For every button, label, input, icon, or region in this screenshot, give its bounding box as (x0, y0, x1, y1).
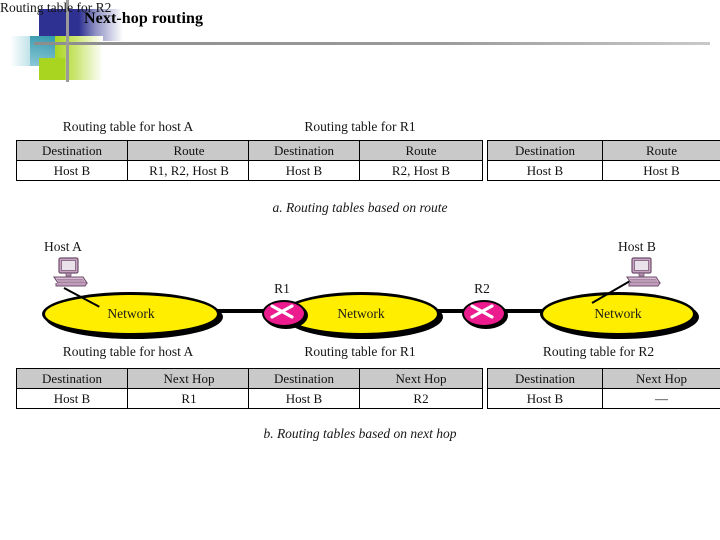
column-header-next-hop: Next Hop (359, 368, 483, 389)
decoration-green-square (39, 58, 65, 80)
cell-next-hop: R1 (127, 388, 251, 409)
route-table-title-r2: Routing table for R2 (0, 0, 112, 15)
cell-next-hop: — (602, 388, 720, 409)
cell-destination: Host B (487, 160, 603, 181)
column-header-destination: Destination (487, 368, 603, 389)
table-row: Host B R2, Host B (248, 160, 483, 181)
table-row: Host B R2 (248, 388, 483, 409)
column-header-destination: Destination (16, 140, 128, 161)
router-cross-icon (470, 304, 494, 319)
table-header-row: Destination Next Hop (487, 368, 720, 389)
route-table-title-host-a: Routing table for host A (62, 119, 194, 134)
nexthop-table-host-a: Destination Next Hop Host B R1 (16, 368, 251, 409)
column-header-destination: Destination (248, 368, 360, 389)
table-header-row: Destination Next Hop (248, 368, 483, 389)
table-header-row: Destination Route (487, 140, 720, 161)
host-b-label: Host B (618, 239, 656, 254)
host-a-computer-icon (47, 257, 91, 294)
column-header-destination: Destination (16, 368, 128, 389)
nexthop-table-title-host-a: Routing table for host A (62, 344, 194, 359)
router-r1-icon (262, 300, 306, 327)
figure-caption-b: b. Routing tables based on next hop (263, 426, 457, 441)
table-header-row: Destination Route (248, 140, 483, 161)
nexthop-table-title-r2: Routing table for R2 (542, 344, 655, 359)
cell-route: Host B (602, 160, 720, 181)
table-header-row: Destination Next Hop (16, 368, 251, 389)
cell-destination: Host B (248, 160, 360, 181)
route-table-r2: Destination Route Host B Host B (487, 140, 720, 181)
host-a-label: Host A (44, 239, 82, 254)
column-header-next-hop: Next Hop (602, 368, 720, 389)
table-header-row: Destination Route (16, 140, 251, 161)
table-row: Host B — (487, 388, 720, 409)
network-cloud-3: Network (540, 292, 696, 336)
column-header-next-hop: Next Hop (127, 368, 251, 389)
column-header-route: Route (127, 140, 251, 161)
network-cloud-1-label: Network (107, 306, 155, 321)
network-cloud-2-label: Network (337, 306, 385, 321)
route-table-host-a: Destination Route Host B R1, R2, Host B (16, 140, 251, 181)
column-header-destination: Destination (248, 140, 360, 161)
nexthop-table-r2: Destination Next Hop Host B — (487, 368, 720, 409)
cell-destination: Host B (248, 388, 360, 409)
cell-destination: Host B (487, 388, 603, 409)
figure-caption-a: a. Routing tables based on route (272, 200, 448, 215)
network-cloud-3-label: Network (594, 306, 642, 321)
route-table-title-r1: Routing table for R1 (304, 119, 416, 134)
link-r2-cloud3 (502, 309, 544, 313)
network-cloud-1: Network (42, 292, 220, 336)
router-r1-label: R1 (274, 281, 290, 296)
column-header-destination: Destination (487, 140, 603, 161)
nexthop-table-title-r1: Routing table for R1 (304, 344, 416, 359)
cell-destination: Host B (16, 160, 128, 181)
cell-route: R2, Host B (359, 160, 483, 181)
cell-destination: Host B (16, 388, 128, 409)
router-cross-icon (270, 304, 294, 319)
router-r2-icon (462, 300, 506, 327)
column-header-route: Route (359, 140, 483, 161)
cell-next-hop: R2 (359, 388, 483, 409)
router-r2-label: R2 (474, 281, 490, 296)
header-horizontal-rule (34, 42, 710, 45)
column-header-route: Route (602, 140, 720, 161)
host-b-computer-icon (620, 257, 664, 294)
route-table-r1: Destination Route Host B R2, Host B (248, 140, 483, 181)
table-row: Host B Host B (487, 160, 720, 181)
table-row: Host B R1, R2, Host B (16, 160, 251, 181)
table-row: Host B R1 (16, 388, 251, 409)
link-cloud1-r1 (216, 309, 266, 313)
cell-route: R1, R2, Host B (127, 160, 251, 181)
nexthop-table-r1: Destination Next Hop Host B R2 (248, 368, 483, 409)
